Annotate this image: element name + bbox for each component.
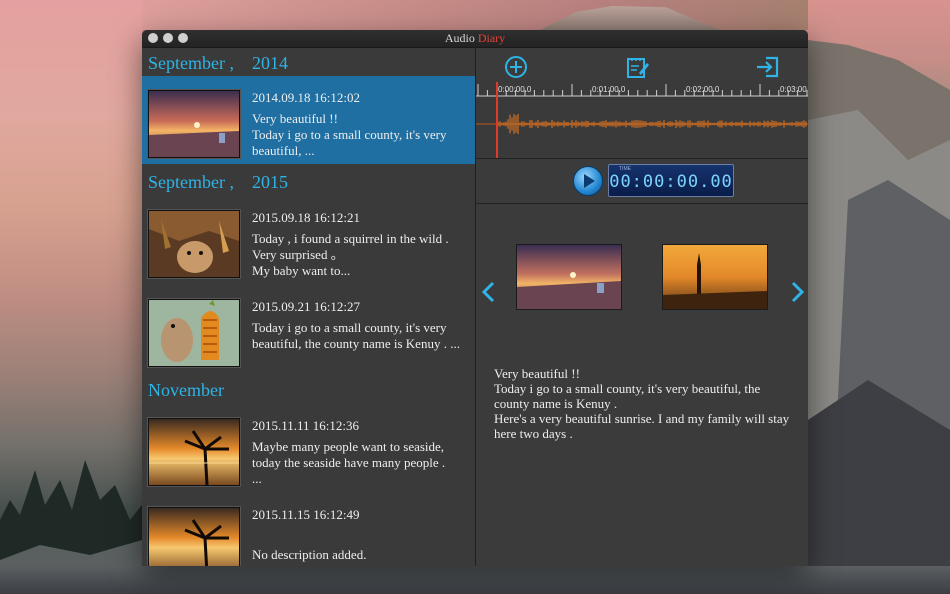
- list-item[interactable]: 2015.09.21 16:12:27 Today i go to a smal…: [142, 285, 475, 373]
- timeline-label: 0:03:00: [780, 85, 807, 94]
- entry-description: Maybe many people want to seaside, today…: [252, 439, 446, 486]
- thumbnail-palm-sunset: [148, 418, 240, 486]
- timeline-label: 0:01:00.0: [592, 85, 626, 94]
- thumbnail-chipmunk-corn: [148, 299, 240, 367]
- player-controls: TIME 00:00:00.00: [476, 159, 808, 204]
- play-icon: [584, 174, 595, 188]
- edit-entry-button[interactable]: [624, 54, 650, 80]
- add-entry-button[interactable]: [503, 54, 529, 80]
- edit-note-icon: [627, 58, 649, 78]
- chevron-left-icon: [481, 281, 495, 303]
- photo-tower-sunset[interactable]: [662, 244, 768, 310]
- list-item[interactable]: 2014.09.18 16:12:02 Very beautiful !! To…: [142, 76, 475, 164]
- thumbnail-palm-sunset: [148, 507, 240, 566]
- entry-date: 2015.11.11 16:12:36: [252, 418, 360, 433]
- entry-date: 2014.09.18 16:12:02: [252, 90, 360, 105]
- desktop-background-left: [0, 0, 142, 594]
- previous-photo-button[interactable]: [480, 280, 496, 304]
- thumbnail-sunset-beach: [148, 90, 240, 158]
- plus-circle-icon: [505, 56, 527, 78]
- window-title: Audio Diary: [142, 31, 808, 46]
- next-photo-button[interactable]: [790, 280, 806, 304]
- list-item[interactable]: 2015.09.18 16:12:21 Today , i found a sq…: [142, 196, 475, 284]
- entry-detail-text: Very beautiful !! Today i go to a small …: [494, 366, 790, 441]
- entry-date: 2015.11.15 16:12:49: [252, 507, 360, 522]
- entry-description: Very beautiful !! Today i go to a small …: [252, 111, 447, 158]
- title-text: Audio: [444, 31, 478, 45]
- thumbnail-squirrel: [148, 210, 240, 278]
- detail-panel: 0:00:00.0 0:01:00.0 0:02:00.0 0:03:00 TI…: [476, 48, 808, 566]
- desktop-cliff: [808, 40, 950, 594]
- entry-date: 2015.09.21 16:12:27: [252, 299, 360, 314]
- time-display: TIME 00:00:00.00: [608, 164, 734, 197]
- export-button[interactable]: [755, 54, 781, 80]
- timeline-label: 0:02:00.0: [686, 85, 720, 94]
- desktop-background-bottom: [0, 566, 950, 594]
- entry-description: No description added.: [252, 547, 367, 562]
- playhead[interactable]: [496, 82, 498, 158]
- desktop-trees: [0, 460, 142, 594]
- export-icon: [757, 56, 779, 78]
- play-button[interactable]: [573, 166, 603, 196]
- diary-list[interactable]: September , 2014 2014.09.18 16:12:02 Ver…: [142, 48, 476, 566]
- list-item[interactable]: 2015.11.11 16:12:36 Maybe many people wa…: [142, 404, 475, 492]
- desktop-background-right: [808, 0, 950, 594]
- photo-sunset-beach[interactable]: [516, 244, 622, 310]
- entry-description: Today , i found a squirrel in the wild .…: [252, 231, 449, 278]
- time-value: 00:00:00.00: [609, 172, 733, 192]
- entry-description: Today i go to a small county, it's very …: [252, 320, 460, 351]
- list-item[interactable]: 2015.11.15 16:12:49 No description added…: [142, 493, 475, 566]
- title-bar: Audio Diary: [142, 30, 808, 48]
- section-header-sep-2015: September , 2015: [148, 172, 288, 192]
- audio-timeline[interactable]: 0:00:00.0 0:01:00.0 0:02:00.0 0:03:00: [476, 80, 808, 159]
- section-header-sep-2014: September , 2014: [148, 53, 288, 73]
- timeline-label: 0:00:00.0: [498, 85, 532, 94]
- chevron-right-icon: [791, 281, 805, 303]
- section-header-nov: November: [148, 380, 224, 400]
- app-window: Audio Diary September , 2014 2014.09.18 …: [142, 30, 808, 566]
- title-accent-text: Diary: [477, 31, 506, 45]
- entry-date: 2015.09.18 16:12:21: [252, 210, 360, 225]
